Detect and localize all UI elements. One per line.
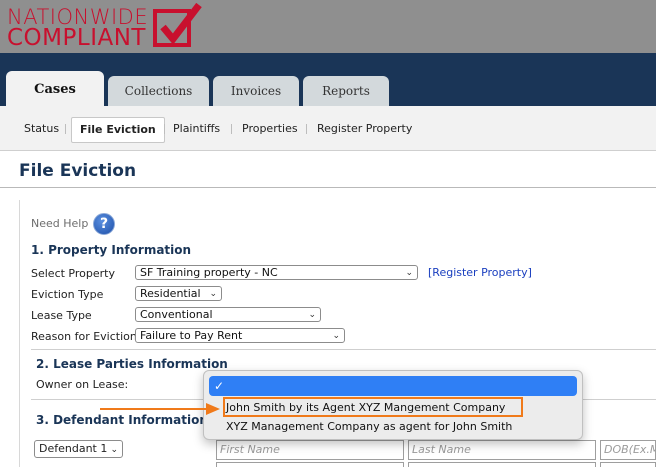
last-name-input[interactable]: Last Name (408, 440, 596, 460)
option-highlight-box (223, 397, 523, 417)
select-property-dropdown[interactable]: SF Training property - NC ⌄ (135, 265, 418, 280)
panel-border (19, 200, 20, 467)
dob-input[interactable]: DOB(Ex.M (600, 440, 656, 460)
reason-for-eviction-value: Failure to Pay Rent (140, 329, 243, 342)
checkbox-check-icon (153, 3, 202, 47)
reason-for-eviction-dropdown[interactable]: Failure to Pay Rent ⌄ (135, 328, 345, 343)
eviction-type-value: Residential (140, 287, 201, 300)
first-name-input[interactable]: First Name (216, 440, 404, 460)
subnav-separator (65, 124, 66, 134)
title-divider (0, 187, 656, 188)
owner-on-lease-label: Owner on Lease: (36, 378, 129, 391)
page-title: File Eviction (19, 161, 137, 181)
section-property-information: 1. Property Information (31, 243, 192, 257)
dropdown-option-blank-selected[interactable]: ✓ (209, 376, 577, 396)
subnav-file-eviction[interactable]: File Eviction (71, 117, 165, 143)
select-property-value: SF Training property - NC (140, 266, 278, 279)
tab-cases[interactable]: Cases (6, 71, 104, 107)
last-name-input-2[interactable] (408, 462, 596, 467)
tab-reports[interactable]: Reports (303, 76, 389, 106)
defendant-select-dropdown[interactable]: Defendant 1 ⌄ (34, 440, 123, 458)
logo-text-compliant: COMPLIANT (7, 25, 146, 51)
dob-input-2[interactable] (600, 462, 656, 467)
first-name-input-2[interactable] (216, 462, 404, 467)
subnav-plaintiffs[interactable]: Plaintiffs (173, 117, 220, 143)
dropdown-option-xyz-management[interactable]: XYZ Management Company as agent for John… (226, 420, 512, 433)
subnav-register-property[interactable]: Register Property (317, 117, 412, 143)
need-help-label: Need Help (31, 217, 89, 230)
chevron-down-icon: ⌄ (332, 331, 340, 341)
subnav-separator (306, 124, 307, 134)
section-divider (31, 349, 656, 350)
section-lease-parties-information: 2. Lease Parties Information (36, 357, 228, 371)
chevron-down-icon: ⌄ (209, 289, 217, 299)
defendant-select-value: Defendant 1 (39, 442, 108, 455)
help-icon[interactable]: ? (93, 213, 115, 235)
lease-type-label: Lease Type (31, 309, 92, 322)
chevron-down-icon: ⌄ (110, 445, 118, 455)
register-property-link[interactable]: [Register Property] (428, 266, 532, 279)
chevron-down-icon: ⌄ (405, 268, 413, 278)
chevron-down-icon: ⌄ (308, 310, 316, 320)
eviction-type-dropdown[interactable]: Residential ⌄ (135, 286, 222, 301)
subnav-properties[interactable]: Properties (242, 117, 298, 143)
subnav-separator (231, 124, 232, 134)
lease-type-dropdown[interactable]: Conventional ⌄ (135, 307, 321, 322)
lease-type-value: Conventional (140, 308, 213, 321)
checkmark-icon: ✓ (214, 379, 225, 393)
subnav-separator (164, 124, 165, 134)
subnav-status[interactable]: Status (24, 117, 59, 143)
pointer-arrow-icon (100, 403, 220, 415)
reason-for-eviction-label: Reason for Eviction (31, 330, 137, 343)
tab-collections[interactable]: Collections (108, 76, 209, 106)
eviction-type-label: Eviction Type (31, 288, 104, 301)
select-property-label: Select Property (31, 267, 115, 280)
tab-invoices[interactable]: Invoices (213, 76, 299, 106)
